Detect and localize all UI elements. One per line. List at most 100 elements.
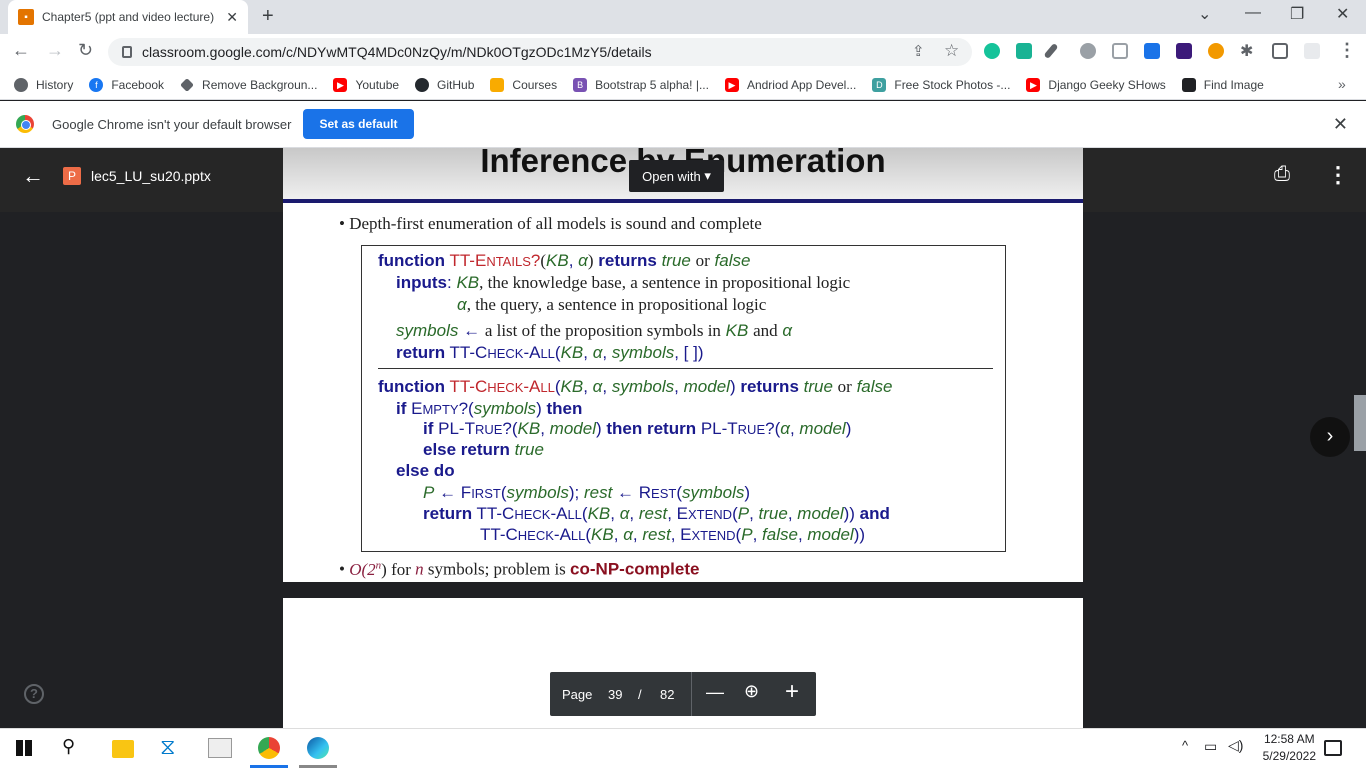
bookmark-item[interactable]: ▶ Youtube xyxy=(333,77,399,92)
page-total: 82 xyxy=(660,687,675,702)
tab-title: Chapter5 (ppt and video lecture) xyxy=(42,10,215,24)
file-explorer-icon[interactable] xyxy=(112,740,134,758)
page-controls-divider xyxy=(691,672,692,716)
page-separator: / xyxy=(638,687,642,702)
bookmark-item[interactable]: History xyxy=(14,77,73,92)
algo-line: symbols ← a list of the proposition symb… xyxy=(396,321,793,340)
bookmark-item[interactable]: Find Image xyxy=(1181,77,1264,92)
file-name: lec5_LU_su20.pptx xyxy=(91,168,211,184)
volume-icon[interactable]: ◁) xyxy=(1228,737,1243,754)
bookmark-item[interactable]: Courses xyxy=(490,77,557,92)
slide-title-rule xyxy=(283,199,1083,203)
share-icon[interactable]: ⇪ xyxy=(912,42,925,60)
forward-button[interactable]: → xyxy=(46,40,64,61)
network-icon[interactable]: ▭ xyxy=(1204,738,1217,755)
clock-date: 5/29/2022 xyxy=(1262,749,1316,763)
url-text: classroom.google.com/c/NDYwMTQ4MDc0NzQy/… xyxy=(142,44,652,60)
bug-extension-icon[interactable] xyxy=(1080,43,1096,59)
algo-line: if PL-TRUE?(KB, model) then return PL-TR… xyxy=(423,419,852,438)
algo-line: return TT-CHECK-ALL(KB, α, rest, EXTEND(… xyxy=(423,504,890,523)
bookmark-star-icon[interactable]: ☆ xyxy=(944,41,959,61)
print-icon[interactable]: ⎙ xyxy=(1274,163,1290,186)
facebook-icon: f xyxy=(89,77,104,92)
edge-icon[interactable] xyxy=(307,737,329,759)
bootstrap-icon: B xyxy=(573,77,588,92)
youtube-icon: ▶ xyxy=(333,77,348,92)
set-as-default-button[interactable]: Set as default xyxy=(303,109,414,139)
bookmark-item[interactable]: ▶ Andriod App Devel... xyxy=(724,77,856,92)
algo-line: return TT-CHECK-ALL(KB, α, symbols, [ ]) xyxy=(396,343,704,362)
back-arrow-icon[interactable]: ← xyxy=(22,163,44,189)
taskbar-clock[interactable]: 12:58 AM 5/29/2022 xyxy=(1263,731,1316,765)
extension-badge-1-icon[interactable] xyxy=(1144,43,1160,59)
algo-line: inputs: KB, the knowledge base, a senten… xyxy=(396,273,851,292)
zoom-in-button[interactable]: + xyxy=(785,678,799,706)
algo-line: function TT-CHECK-ALL(KB, α, symbols, mo… xyxy=(378,377,893,396)
d-icon: D xyxy=(872,77,887,92)
bookmark-item[interactable]: D Free Stock Photos -... xyxy=(872,77,1010,92)
scrollbar-thumb[interactable] xyxy=(1354,395,1366,451)
classroom-icon: ▪ xyxy=(18,9,34,25)
extension-badge-3-icon[interactable] xyxy=(1176,43,1192,59)
search-icon[interactable]: ⚲ xyxy=(62,736,75,757)
extensions-puzzle-icon[interactable]: ✱ xyxy=(1240,41,1253,61)
algo-line: if EMPTY?(symbols) then xyxy=(396,399,583,418)
browser-tab[interactable]: ▪ Chapter5 (ppt and video lecture) ✕ xyxy=(8,0,248,34)
extension-badge-0-icon[interactable] xyxy=(1208,43,1224,59)
page-controls: Page 39 / 82 — ⊕ + xyxy=(550,672,816,716)
vscode-icon[interactable]: ⧖ xyxy=(160,734,175,760)
find-image-icon xyxy=(1181,77,1196,92)
reading-list-icon[interactable] xyxy=(1272,43,1288,59)
algo-line: TT-CHECK-ALL(KB, α, rest, EXTEND(P, fals… xyxy=(480,525,866,544)
chrome-taskbar-icon[interactable] xyxy=(258,737,280,759)
algo-line: else return true xyxy=(423,440,544,459)
restore-button[interactable]: ❐ xyxy=(1290,4,1304,24)
infobar-close-icon[interactable]: ✕ xyxy=(1333,114,1348,135)
close-tab-icon[interactable]: ✕ xyxy=(226,9,238,26)
algorithm-divider xyxy=(378,368,993,369)
bookmark-item[interactable]: f Facebook xyxy=(89,77,164,92)
chrome-menu-icon[interactable]: ⋮ xyxy=(1338,40,1356,61)
bookmarks-overflow-icon[interactable]: » xyxy=(1338,76,1346,92)
grammarly-extension-icon[interactable] xyxy=(984,43,1000,59)
algo-line: function TT-ENTAILS?(KB, α) returns true… xyxy=(378,251,751,270)
clock-time: 12:58 AM xyxy=(1263,732,1315,746)
more-actions-icon[interactable]: ⋮ xyxy=(1327,162,1349,188)
bookmarks-bar: History f Facebook Remove Backgroun... ▶ Y… xyxy=(0,70,1366,100)
bookmark-item[interactable]: B Bootstrap 5 alpha! |... xyxy=(573,77,709,92)
classroom-icon xyxy=(490,77,505,92)
profile-icon[interactable] xyxy=(1304,43,1320,59)
bookmark-item[interactable]: Remove Backgroun... xyxy=(180,78,317,92)
next-file-button[interactable]: › xyxy=(1310,417,1350,457)
youtube-icon: ▶ xyxy=(1026,77,1041,92)
algo-line: else do xyxy=(396,461,455,480)
extension-icon[interactable] xyxy=(1016,43,1032,59)
zoom-reset-icon[interactable]: ⊕ xyxy=(744,681,759,702)
notifications-icon[interactable] xyxy=(1324,740,1342,756)
windows-start-icon[interactable] xyxy=(16,740,32,756)
github-icon xyxy=(415,77,430,92)
bookmark-item[interactable]: ▶ Django Geeky SHows xyxy=(1026,77,1166,92)
page-label: Page xyxy=(562,687,593,702)
reload-button[interactable]: ↻ xyxy=(78,40,93,61)
bookmark-item[interactable]: GitHub xyxy=(415,77,474,92)
address-bar[interactable]: classroom.google.com/c/NDYwMTQ4MDc0NzQy/… xyxy=(108,38,972,66)
window-extension-icon[interactable] xyxy=(1112,43,1128,59)
app-icon[interactable] xyxy=(208,738,232,758)
powerpoint-icon: P xyxy=(63,167,81,185)
help-icon[interactable]: ? xyxy=(24,684,44,704)
youtube-icon: ▶ xyxy=(724,77,739,92)
new-tab-button[interactable]: + xyxy=(262,5,274,28)
tray-overflow-icon[interactable]: ^ xyxy=(1182,738,1188,753)
dropdown-arrow-icon: ▾ xyxy=(704,168,711,183)
open-with-button[interactable]: Open with ▾ xyxy=(629,160,724,192)
default-browser-infobar: Google Chrome isn't your default browser… xyxy=(0,101,1366,148)
page-current[interactable]: 39 xyxy=(608,687,622,702)
algo-line: α, the query, a sentence in propositiona… xyxy=(457,295,767,314)
zoom-out-button[interactable]: — xyxy=(706,682,724,703)
minimize-button[interactable]: — xyxy=(1245,4,1261,22)
bullet-1: • Depth-first enumeration of all models … xyxy=(339,214,762,233)
tab-search-icon[interactable]: ⌄ xyxy=(1198,4,1211,24)
close-window-button[interactable]: ✕ xyxy=(1336,4,1349,24)
back-button[interactable]: ← xyxy=(12,40,30,61)
